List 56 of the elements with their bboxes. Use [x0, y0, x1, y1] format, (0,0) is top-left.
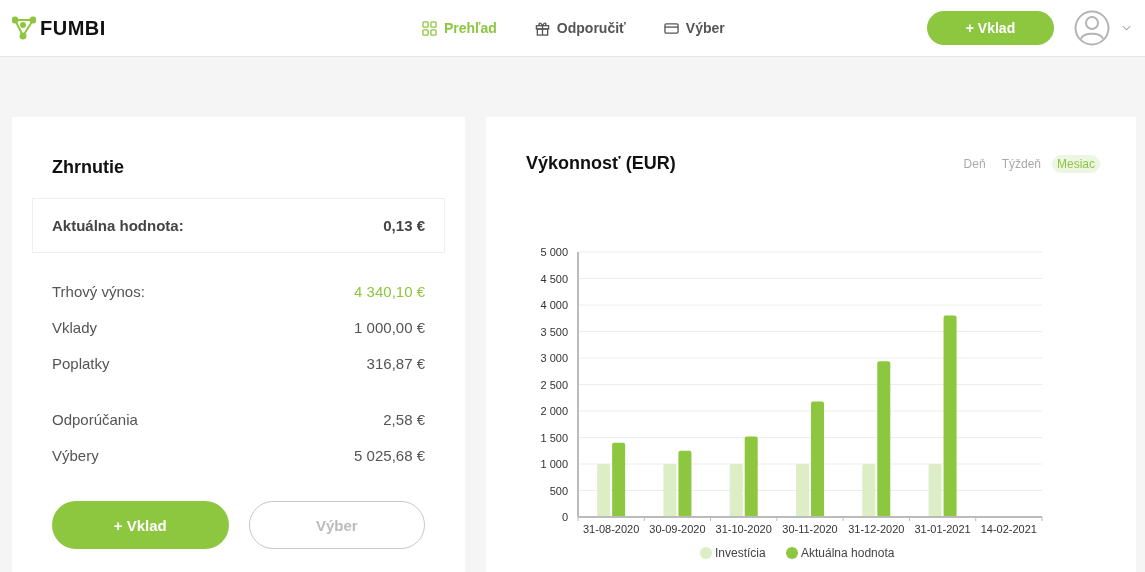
nav-link[interactable]: Výber: [663, 20, 725, 36]
x-tick-label: 14-02-2021: [980, 523, 1037, 535]
card-title: Výkonnosť (EUR): [526, 153, 676, 174]
summary-label: Odporúčania: [52, 410, 138, 428]
grid-icon: [422, 20, 437, 36]
y-tick-label: 1 000: [540, 458, 568, 470]
y-tick-label: 4 500: [540, 272, 568, 285]
caret-icon[interactable]: [1122, 25, 1131, 31]
period-tab[interactable]: Deň: [958, 154, 991, 173]
y-tick-label: 500: [549, 484, 568, 497]
chart-bar: [597, 464, 611, 517]
summary-value: 4 340,10 €: [354, 282, 425, 300]
chart-bar: [796, 464, 809, 517]
summary-value: 316,87 €: [366, 354, 425, 372]
withdraw-button[interactable]: Výber: [248, 501, 425, 549]
y-tick-label: 3 500: [540, 325, 568, 338]
chart-bar: [678, 450, 692, 517]
x-tick-label: 30-09-2020: [649, 523, 706, 535]
legend-marker: [786, 547, 798, 559]
summary-label: Vklady: [52, 318, 98, 336]
gift-icon: [534, 20, 550, 36]
period-tab[interactable]: Týždeň: [996, 154, 1046, 173]
card-title: Zhrnutie: [51, 157, 125, 178]
x-tick-label: 31-12-2020: [848, 523, 905, 535]
y-tick-label: 3 000: [540, 352, 568, 364]
logo-icon: [12, 16, 36, 40]
summary-label: Poplatky: [52, 354, 110, 372]
y-tick-label: 2 500: [540, 378, 568, 391]
chart-bar: [663, 464, 677, 517]
nav-link[interactable]: Odporučiť: [534, 20, 626, 36]
period-tab[interactable]: Mesiac: [1052, 154, 1100, 173]
avatar-icon[interactable]: [1074, 10, 1110, 46]
y-tick-label: 0: [561, 511, 568, 523]
legend-label: Investícia: [715, 546, 766, 560]
current-value-label: Aktuálna hodnota:: [52, 217, 184, 234]
current-value: 0,13 €: [383, 217, 425, 234]
x-tick-label: 30-11-2020: [782, 523, 838, 535]
y-tick-label: 1 500: [540, 431, 568, 444]
x-tick-label: 31-01-2021: [914, 523, 971, 535]
card-icon: [663, 20, 679, 36]
y-tick-label: 2 000: [540, 405, 568, 417]
deposit-button[interactable]: + Vklad: [52, 501, 229, 549]
legend-marker: [700, 547, 712, 559]
logo[interactable]: FUMBI: [40, 16, 106, 40]
summary-value: 5 025,68 €: [354, 446, 425, 464]
y-tick-label: 5 000: [540, 246, 568, 258]
summary-value: 1 000,00 €: [354, 318, 425, 336]
x-tick-label: 31-08-2020: [583, 523, 640, 535]
summary-value: 2,58 €: [383, 410, 425, 428]
x-tick-label: 31-10-2020: [715, 523, 772, 535]
summary-label: Výbery: [52, 446, 99, 464]
legend-label: Aktuálna hodnota: [801, 546, 895, 560]
deposit-button[interactable]: + Vklad: [927, 11, 1054, 45]
y-tick-label: 4 000: [540, 299, 568, 311]
nav-link[interactable]: Prehľad: [422, 20, 497, 36]
summary-label: Trhový výnos:: [52, 282, 145, 300]
